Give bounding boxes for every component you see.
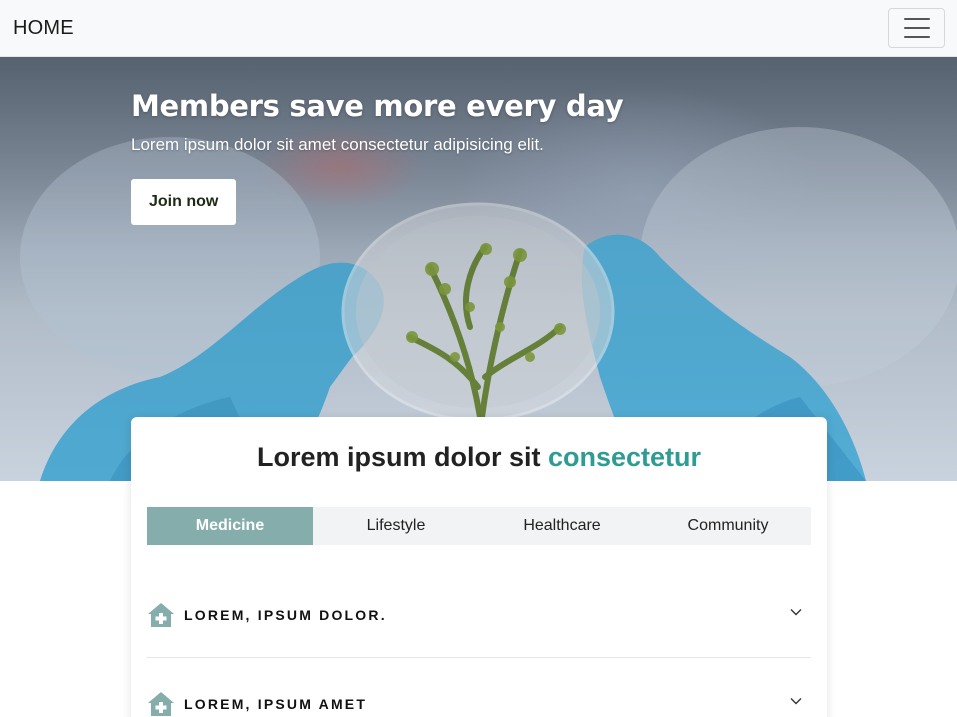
hamburger-menu-icon — [903, 18, 930, 20]
accordion-item[interactable]: LOREM, IPSUM AMET — [147, 661, 811, 717]
section-title-main: Lorem ipsum dolor sit — [256, 442, 548, 472]
accordion-item-label: LOREM, IPSUM AMET — [184, 696, 368, 712]
home-link[interactable]: HOME — [13, 17, 74, 40]
hero-content: Members save more every day Lorem ipsum … — [131, 89, 624, 225]
accordion-item[interactable]: LOREM, IPSUM DOLOR. — [147, 572, 811, 658]
section-title-accent: consectetur — [547, 442, 702, 472]
accordion-item-label: LOREM, IPSUM DOLOR. — [184, 606, 387, 623]
category-tabs: Medicine Lifestyle Healthcare Community — [147, 507, 811, 545]
menu-toggle-button[interactable] — [888, 8, 945, 48]
hamburger-line — [903, 27, 930, 29]
medical-house-icon — [147, 690, 175, 717]
chevron-down-icon — [789, 606, 811, 624]
tab-healthcare[interactable]: Healthcare — [479, 507, 645, 545]
tab-community[interactable]: Community — [645, 507, 811, 545]
top-navbar: HOME — [0, 0, 957, 57]
join-now-button[interactable]: Join now — [131, 179, 237, 225]
categories-card: Lorem ipsum dolor sit consectetur Medici… — [131, 417, 827, 717]
hero-title: Members save more every day — [131, 89, 624, 123]
tab-medicine[interactable]: Medicine — [147, 507, 313, 545]
medical-house-icon — [147, 601, 175, 629]
hamburger-line — [903, 36, 930, 38]
section-title: Lorem ipsum dolor sit consectetur — [131, 442, 827, 473]
tab-lifestyle[interactable]: Lifestyle — [313, 507, 479, 545]
hero-subtitle: Lorem ipsum dolor sit amet consectetur a… — [131, 135, 544, 154]
chevron-down-icon — [789, 695, 811, 713]
